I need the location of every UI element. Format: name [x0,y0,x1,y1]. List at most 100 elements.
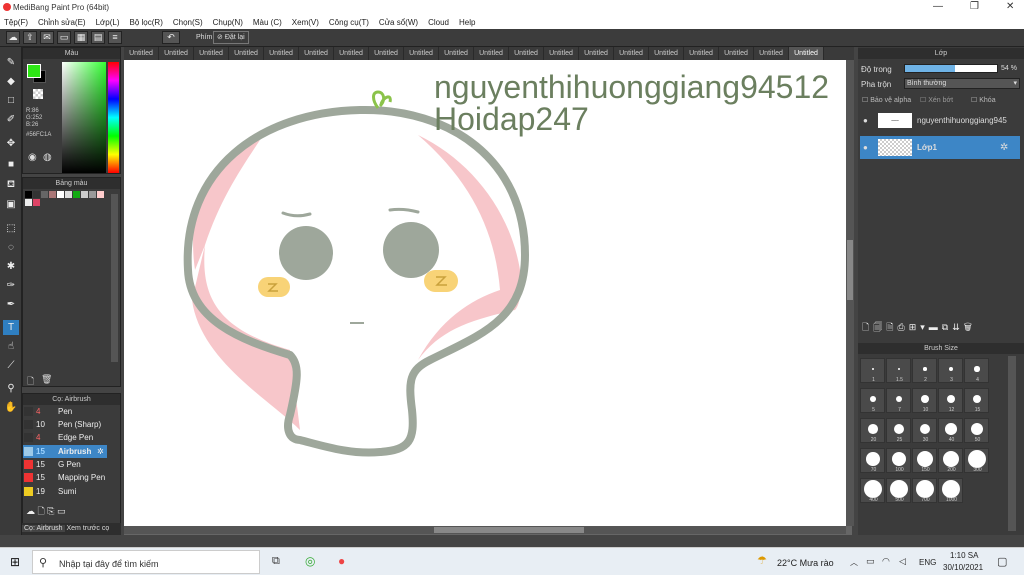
brush-item-airbrush[interactable]: 15 Airbrush ✲ [23,445,107,458]
palette-scrollbar[interactable] [111,194,118,362]
brush-size-cell[interactable]: 30 [912,418,937,443]
document-tab[interactable]: Untitled [509,47,544,60]
blend-mode-select[interactable]: Bình thường ▾ [904,78,1020,89]
bucket-tool-icon[interactable]: ⛾ [3,177,19,192]
menu-color[interactable]: Màu (C) [253,18,282,27]
hue-slider[interactable] [108,62,119,173]
brush-item-mapping-pen[interactable]: 15 Mapping Pen [23,471,107,484]
brush-copy-icon[interactable]: ⎘ [47,506,54,516]
eraser-tool-icon[interactable]: ◆ [3,74,19,89]
close-button[interactable]: ✕ [1006,1,1014,12]
select-eraser-icon[interactable]: ✒ [3,297,19,312]
brush-item-edge-pen[interactable]: 4 Edge Pen [23,431,107,444]
saturation-picker[interactable] [62,62,106,173]
palette-swatch[interactable] [33,191,40,198]
windows-start-icon[interactable]: ⊞ [10,555,20,569]
visibility-icon[interactable]: ● [863,109,868,132]
menu-help[interactable]: Help [459,18,475,27]
folder-icon[interactable]: ▬ [929,322,942,332]
document-tab[interactable]: Untitled [649,47,684,60]
visibility-icon[interactable]: ● [863,136,868,159]
hand-tool-icon[interactable]: ✋ [3,400,19,415]
brush-size-cell[interactable]: 100 [886,448,911,473]
document-tab[interactable]: Untitled [439,47,474,60]
weather-text[interactable]: 22°C Mưa rào [777,558,834,568]
document-tab[interactable]: Untitled [159,47,194,60]
eyedropper-icon[interactable]: ⚲ [3,381,19,396]
palette-swatch[interactable] [25,199,32,206]
upload-icon[interactable]: ⇪ [23,31,37,44]
canvas-horizontal-scrollbar[interactable] [124,526,846,534]
comment-icon[interactable]: ▭ [57,31,71,44]
new-1bit-icon[interactable]: ⎙ [898,322,909,332]
palette-swatch[interactable] [97,191,104,198]
cloud-icon[interactable]: ☁ [6,31,20,44]
brush-size-cell[interactable]: 40 [938,418,963,443]
palette-swatch[interactable] [73,191,80,198]
task-view-icon[interactable]: ⧉ [272,555,280,568]
delete-palette-icon[interactable]: 🗑 [41,374,52,385]
clipping-checkbox[interactable]: ☐ Xén bớt [920,96,953,104]
new-halftone-icon[interactable]: 🗐 [873,322,886,332]
volume-icon[interactable]: ◁ [899,556,906,567]
select-pen-icon[interactable]: ✑ [3,278,19,293]
grid-icon[interactable]: ▦ [74,31,88,44]
document-tab[interactable]: Untitled [194,47,229,60]
brush-item-g-pen[interactable]: 15 G Pen [23,458,107,471]
brush-size-cell[interactable]: 1 [860,358,885,383]
network-icon[interactable]: ▭ [866,556,875,567]
document-tab[interactable]: Untitled [544,47,579,60]
add-layer-dropdown-icon[interactable]: ⊞▾ [909,322,929,332]
medibang-app-icon[interactable]: ● [338,554,345,568]
duplicate-icon[interactable]: ⧉ [942,322,952,332]
palette-swatch[interactable] [41,191,48,198]
brush-size-cell[interactable]: 1.5 [886,358,911,383]
brush-size-cell[interactable]: 50 [964,418,989,443]
menu-filter[interactable]: Bộ lọc(R) [130,18,163,27]
brush-size-cell[interactable]: 7 [886,388,911,413]
document-tab[interactable]: Untitled [754,47,789,60]
notifications-icon[interactable]: ▢ [997,555,1007,568]
document-tab[interactable]: Untitled [474,47,509,60]
canvas-vertical-scrollbar[interactable] [846,60,854,526]
menu-view[interactable]: Xem(V) [292,18,319,27]
document-tab[interactable]: Untitled [334,47,369,60]
brush-size-cell[interactable]: 25 [886,418,911,443]
tray-chevron-icon[interactable]: ︿ [850,557,858,568]
brush-size-cell[interactable]: 5 [860,388,885,413]
lasso-tool-icon[interactable]: ◌ [3,240,19,255]
protect-alpha-checkbox[interactable]: ☐ Bảo vệ alpha [862,96,911,104]
move-tool-icon[interactable]: ✥ [3,136,19,151]
grid2-icon[interactable]: ▤ [91,31,105,44]
document-tab[interactable]: Untitled [614,47,649,60]
brush-size-cell[interactable]: 150 [912,448,937,473]
new-layer-icon[interactable]: 🗋 [862,322,873,332]
document-tab[interactable]: Untitled [264,47,299,60]
reset-button[interactable]: ⊘ Đặt lại [213,31,249,44]
opacity-slider[interactable] [904,64,998,73]
divide-tool-icon[interactable]: ⟋ [3,358,19,373]
menu-cloud[interactable]: Cloud [428,18,449,27]
gradient-tool-icon[interactable]: ▣ [3,197,19,212]
palette-swatch[interactable] [49,191,56,198]
dot-tool-icon[interactable]: ✐ [3,112,19,127]
fill-shape-tool-icon[interactable]: ■ [3,157,19,172]
operation-tool-icon[interactable]: ☝ [3,339,19,354]
brush-cloud-icon[interactable]: ☁ [26,506,35,516]
clock-time[interactable]: 1:10 SA [950,551,978,560]
color-wheel-icon[interactable]: ◉ [28,152,37,163]
layer-row-text[interactable]: ● ━━━ nguyenthihuonggiang945 [860,109,1020,132]
brush-size-cell[interactable]: 200 [938,448,963,473]
brush-size-cell[interactable]: 70 [860,448,885,473]
brush-size-cell[interactable]: 2 [912,358,937,383]
brush-folder-icon[interactable]: ▭ [57,506,66,516]
palette-swatch[interactable] [33,199,40,206]
document-tab[interactable]: Untitled [684,47,719,60]
menu-file[interactable]: Tệp(F) [4,18,28,27]
brush-item-pen-sharp[interactable]: 10 Pen (Sharp) [23,418,107,431]
document-tab[interactable]: Untitled [719,47,754,60]
brush-size-cell[interactable]: 20 [860,418,885,443]
layer-settings-icon[interactable]: ✲ [1000,136,1008,159]
brush-size-cell[interactable]: 700 [912,478,937,503]
maximize-button[interactable]: ❐ [970,1,979,12]
